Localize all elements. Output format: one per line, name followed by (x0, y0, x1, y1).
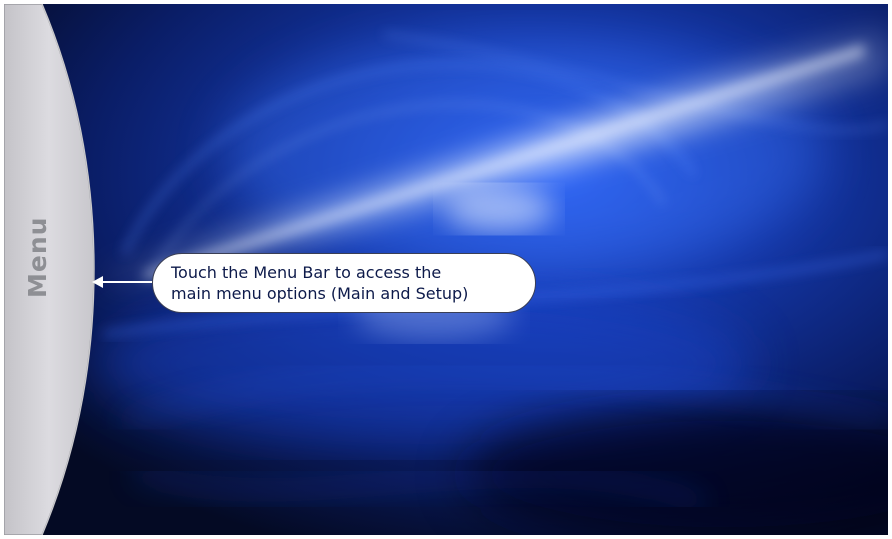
callout-line-1: Touch the Menu Bar to access the (171, 263, 442, 282)
callout-line-2: main menu options (Main and Setup) (171, 284, 469, 303)
screen-frame: Menu Touch the Menu Bar to access the ma… (4, 4, 888, 535)
menu-bar[interactable]: Menu (4, 4, 124, 535)
menu-bar-label: Menu (23, 216, 52, 298)
menu-hint-callout: Touch the Menu Bar to access the main me… (152, 253, 536, 313)
arrow-left-icon (92, 276, 154, 288)
